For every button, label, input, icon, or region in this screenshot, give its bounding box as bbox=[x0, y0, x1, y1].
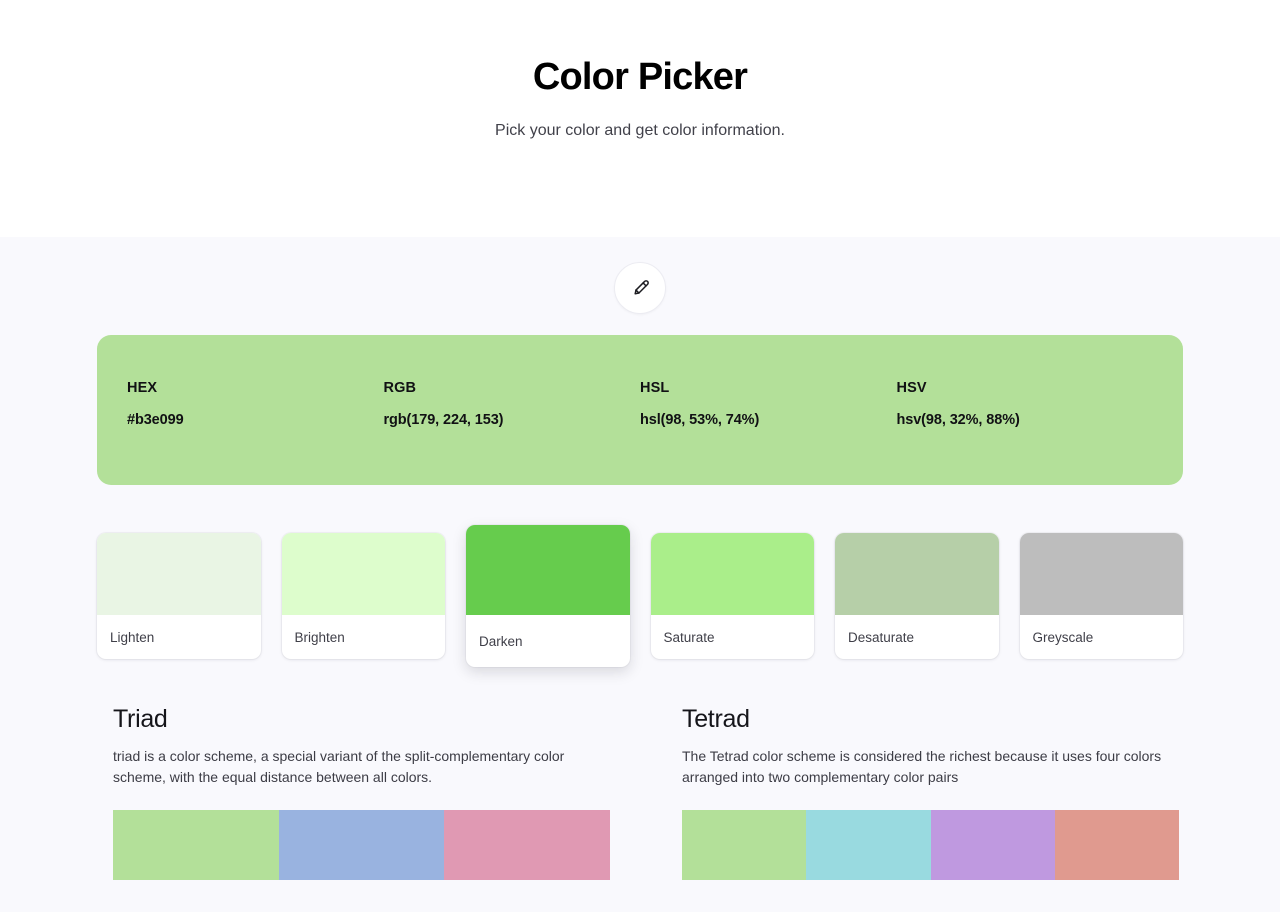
scheme-color-bar[interactable] bbox=[1054, 810, 1179, 880]
swatch-color bbox=[650, 533, 814, 615]
scheme-color-bar[interactable] bbox=[806, 810, 931, 880]
scheme-description: triad is a color scheme, a special varia… bbox=[113, 748, 565, 785]
scheme-title: Tetrad bbox=[682, 705, 750, 733]
eyedropper-icon bbox=[631, 279, 650, 298]
swatch-card-greyscale[interactable]: Greyscale bbox=[1019, 533, 1183, 659]
scheme-color-bars bbox=[113, 810, 611, 880]
page-header: Color Picker Pick your color and get col… bbox=[0, 0, 1280, 237]
color-field-label: HSL bbox=[640, 380, 670, 396]
swatch-color bbox=[281, 533, 445, 615]
scheme-color-bar[interactable] bbox=[930, 810, 1055, 880]
color-field-value: rgb(179, 224, 153) bbox=[383, 412, 504, 428]
color-schemes-section: Triad triad is a color scheme, a special… bbox=[97, 705, 1183, 880]
swatch-card-desaturate[interactable]: Desaturate bbox=[835, 533, 999, 659]
color-field-hex[interactable]: HEX #b3e099 bbox=[127, 380, 384, 485]
swatch-card-darken[interactable]: Darken bbox=[466, 525, 630, 667]
swatch-color bbox=[97, 533, 261, 615]
scheme-color-bar[interactable] bbox=[444, 810, 611, 880]
page-title: Color Picker bbox=[532, 56, 748, 98]
color-field-hsl[interactable]: HSL hsl(98, 53%, 74%) bbox=[640, 380, 897, 485]
color-field-value: hsl(98, 53%, 74%) bbox=[640, 412, 760, 428]
scheme-color-bar[interactable] bbox=[682, 810, 807, 880]
scheme-tetrad: Tetrad The Tetrad color scheme is consid… bbox=[666, 705, 1195, 880]
swatch-color bbox=[1019, 533, 1183, 615]
variation-swatch-row: Lighten Brighten Darken Saturate Desatur… bbox=[97, 525, 1183, 667]
eyedropper-button[interactable] bbox=[614, 262, 666, 314]
color-info-panel: HEX #b3e099 RGB rgb(179, 224, 153) HSL h… bbox=[97, 335, 1183, 485]
swatch-label: Brighten bbox=[294, 629, 345, 645]
swatch-label: Lighten bbox=[110, 629, 155, 645]
swatch-label: Saturate bbox=[663, 629, 715, 645]
color-field-label: HEX bbox=[127, 380, 158, 396]
main-content: HEX #b3e099 RGB rgb(179, 224, 153) HSL h… bbox=[0, 237, 1280, 912]
swatch-card-saturate[interactable]: Saturate bbox=[650, 533, 814, 659]
swatch-color bbox=[466, 525, 630, 615]
swatch-card-brighten[interactable]: Brighten bbox=[281, 533, 445, 659]
swatch-label: Desaturate bbox=[848, 629, 915, 645]
scheme-color-bar[interactable] bbox=[113, 810, 279, 880]
color-field-hsv[interactable]: HSV hsv(98, 32%, 88%) bbox=[897, 380, 1154, 485]
scheme-triad: Triad triad is a color scheme, a special… bbox=[97, 705, 626, 880]
color-field-label: HSV bbox=[896, 380, 927, 396]
color-field-value: hsv(98, 32%, 88%) bbox=[896, 412, 1020, 428]
page-subtitle: Pick your color and get color informatio… bbox=[495, 121, 785, 139]
swatch-label: Darken bbox=[479, 633, 523, 649]
scheme-color-bar[interactable] bbox=[278, 810, 445, 880]
content-container: HEX #b3e099 RGB rgb(179, 224, 153) HSL h… bbox=[97, 237, 1183, 880]
scheme-color-bars bbox=[682, 810, 1179, 880]
color-field-label: RGB bbox=[383, 380, 417, 396]
scheme-title: Triad bbox=[113, 705, 168, 733]
scheme-description: The Tetrad color scheme is considered th… bbox=[682, 748, 1162, 785]
color-field-value: #b3e099 bbox=[127, 412, 184, 428]
swatch-card-lighten[interactable]: Lighten bbox=[97, 533, 261, 659]
swatch-label: Greyscale bbox=[1032, 629, 1094, 645]
swatch-color bbox=[835, 533, 999, 615]
color-picker-row bbox=[97, 237, 1183, 314]
color-field-rgb[interactable]: RGB rgb(179, 224, 153) bbox=[384, 380, 641, 485]
